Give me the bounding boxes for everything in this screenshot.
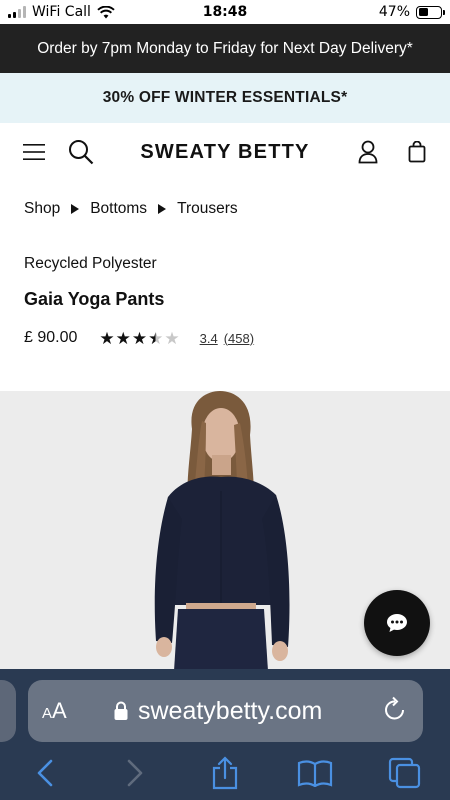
star-empty-icon: ★ (164, 328, 180, 348)
cellular-signal-icon (8, 6, 26, 18)
sale-promo-banner[interactable]: 30% OFF WINTER ESSENTIALS* (0, 73, 450, 123)
breadcrumb-item[interactable]: Trousers (177, 200, 238, 218)
battery-level (418, 8, 429, 16)
battery-percent: 47% (378, 4, 410, 20)
lock-icon (114, 701, 128, 720)
forward-icon (127, 759, 143, 786)
bookmarks-button[interactable] (293, 751, 337, 795)
back-button[interactable] (23, 751, 67, 795)
battery-icon (416, 5, 445, 19)
share-button[interactable] (203, 751, 247, 795)
bookmarks-icon (297, 760, 333, 787)
tabs-button[interactable] (383, 751, 427, 795)
sale-promo-text: 30% OFF WINTER ESSENTIALS* (102, 89, 348, 106)
back-icon (37, 759, 53, 786)
chat-button[interactable] (364, 590, 430, 656)
status-left: WiFi Call (8, 4, 115, 20)
delivery-promo-banner[interactable]: Order by 7pm Monday to Friday for Next D… (0, 24, 450, 73)
bag-button[interactable] (400, 135, 434, 169)
url-text: sweatybetty.com (138, 696, 323, 725)
price-rating-row: £ 90.00 ★ ★ ★ ★ ★ 3.4 (458) (24, 329, 260, 347)
reload-button[interactable] (383, 696, 407, 726)
breadcrumb-arrow-icon (158, 204, 167, 214)
tabs-icon (388, 757, 421, 788)
bag-icon (408, 141, 426, 163)
wifi-icon (97, 5, 115, 18)
review-count-link[interactable]: (458) (224, 331, 254, 346)
text-size-button[interactable]: AA (42, 698, 67, 724)
breadcrumb-item[interactable]: Bottoms (90, 200, 147, 218)
address-bar[interactable]: AA sweatybetty.com (28, 680, 423, 742)
breadcrumb-item[interactable]: Shop (24, 200, 60, 218)
breadcrumb: Shop Bottoms Trousers (24, 200, 238, 218)
status-bar: WiFi Call 18:48 47% (0, 0, 450, 24)
product-material: Recycled Polyester (24, 255, 157, 272)
site-header: SWEATY BETTY (0, 123, 450, 181)
rating-value-link[interactable]: 3.4 (200, 331, 218, 346)
star-full-icon: ★ (99, 328, 115, 348)
url-display[interactable]: sweatybetty.com (114, 697, 322, 726)
star-full-icon: ★ (131, 328, 148, 348)
forward-button[interactable] (113, 751, 157, 795)
share-icon (212, 755, 238, 789)
browser-toolbar (0, 745, 450, 800)
account-button[interactable] (351, 135, 385, 169)
breadcrumb-arrow-icon (71, 204, 80, 214)
delivery-promo-text: Order by 7pm Monday to Friday for Next D… (37, 39, 413, 57)
chat-bubble-icon (387, 614, 407, 632)
product-title: Gaia Yoga Pants (24, 289, 165, 309)
carrier-label: WiFi Call (32, 4, 91, 20)
rating-stars[interactable]: ★ ★ ★ ★ ★ (99, 330, 179, 347)
status-right: 47% (378, 4, 445, 20)
product-price: £ 90.00 (24, 329, 78, 346)
previous-tab-pill[interactable] (0, 680, 16, 742)
star-full-icon: ★ (115, 328, 131, 348)
reload-icon (385, 696, 404, 720)
account-icon (358, 140, 378, 164)
star-half-icon: ★ (148, 328, 164, 348)
